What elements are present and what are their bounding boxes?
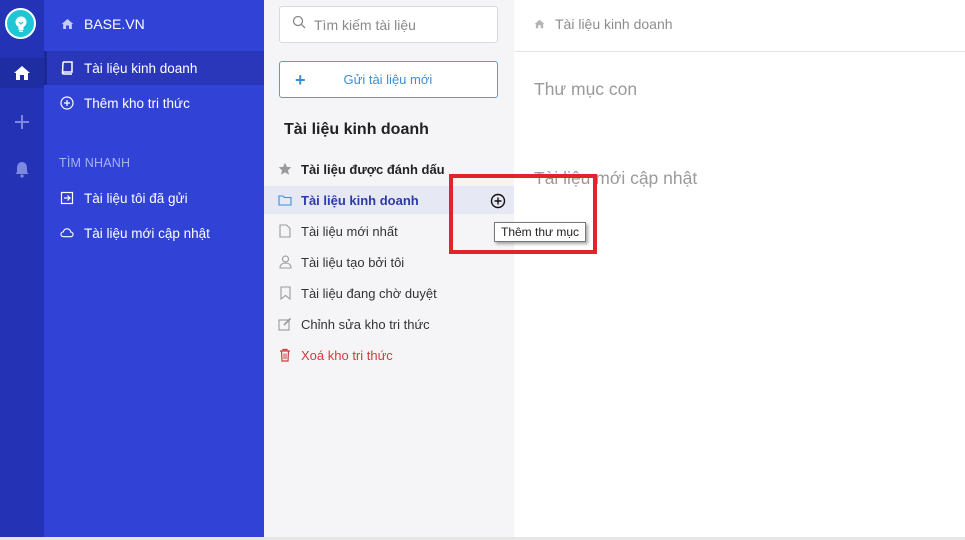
- panel-item-label: Tài liệu đang chờ duyệt: [301, 285, 437, 301]
- panel-item-label: Tài liệu mới nhất: [301, 223, 398, 239]
- send-new-doc-label: Gửi tài liệu mới: [343, 72, 433, 87]
- breadcrumb: Tài liệu kinh doanh: [534, 16, 673, 32]
- sidebar-item-sent-docs[interactable]: Tài liệu tôi đã gửi: [44, 181, 264, 215]
- sidebar-item-label: Thêm kho tri thức: [84, 95, 190, 111]
- panel-item-label: Xoá kho tri thức: [301, 347, 393, 363]
- brand-name: BASE.VN: [84, 16, 145, 32]
- sidebar: BASE.VN Tài liệu kinh doanh Thêm kho tri…: [44, 0, 264, 537]
- panel-item-label: Chỉnh sửa kho tri thức: [301, 316, 430, 332]
- edit-icon: [278, 317, 292, 331]
- search-icon: [292, 15, 306, 34]
- lightbulb-icon[interactable]: [5, 8, 36, 39]
- panel-item-pending[interactable]: Tài liệu đang chờ duyệt: [264, 279, 514, 307]
- header-divider: [514, 51, 965, 52]
- plus-icon[interactable]: [0, 107, 44, 137]
- knowledge-panel: + Gửi tài liệu mới Tài liệu kinh doanh T…: [264, 0, 514, 537]
- panel-item-label: Tài liệu tạo bởi tôi: [301, 254, 405, 270]
- panel-item-label: Tài liệu được đánh dấu: [301, 161, 445, 177]
- breadcrumb-current[interactable]: Tài liệu kinh doanh: [555, 16, 673, 32]
- send-new-doc-button[interactable]: + Gửi tài liệu mới: [279, 61, 498, 98]
- app-rail: [0, 0, 44, 537]
- panel-item-business-docs[interactable]: Tài liệu kinh doanh: [264, 186, 514, 214]
- panel-item-created-by-me[interactable]: Tài liệu tạo bởi tôi: [264, 248, 514, 276]
- sidebar-item-add-knowledge[interactable]: Thêm kho tri thức: [44, 86, 264, 120]
- quick-section-heading: TÌM NHANH: [59, 156, 131, 170]
- recent-docs-heading: Tài liệu mới cập nhật: [534, 168, 698, 188]
- panel-item-latest[interactable]: Tài liệu mới nhất: [264, 217, 514, 245]
- book-icon: [60, 61, 74, 75]
- main-content: Tài liệu kinh doanh Thư mục con Tài liệu…: [514, 0, 965, 537]
- panel-title: Tài liệu kinh doanh: [284, 121, 429, 138]
- home-icon[interactable]: [0, 58, 44, 88]
- search-input[interactable]: [314, 16, 484, 33]
- sidebar-item-recent-docs[interactable]: Tài liệu mới cập nhật: [44, 216, 264, 250]
- panel-item-label: Tài liệu kinh doanh: [301, 192, 419, 208]
- plus-circle-icon: [60, 96, 74, 110]
- panel-item-delete-knowledge[interactable]: Xoá kho tri thức: [264, 341, 514, 369]
- sent-icon: [60, 191, 74, 205]
- sidebar-item-business-docs[interactable]: Tài liệu kinh doanh: [44, 51, 264, 85]
- search-box[interactable]: [279, 6, 498, 43]
- sidebar-item-label: Tài liệu kinh doanh: [84, 60, 198, 76]
- trash-icon: [278, 348, 292, 362]
- file-icon: [278, 224, 292, 238]
- sub-folders-heading: Thư mục con: [534, 79, 638, 99]
- folder-icon: [278, 193, 292, 207]
- brand[interactable]: BASE.VN: [60, 14, 145, 34]
- star-icon: [278, 162, 292, 176]
- bookmark-icon: [278, 286, 292, 300]
- sidebar-item-label: Tài liệu mới cập nhật: [84, 225, 210, 241]
- panel-item-edit-knowledge[interactable]: Chỉnh sửa kho tri thức: [264, 310, 514, 338]
- add-folder-icon[interactable]: [490, 193, 506, 209]
- home-icon[interactable]: [534, 16, 545, 32]
- user-icon: [278, 255, 292, 269]
- cloud-icon: [60, 226, 74, 240]
- plus-icon: +: [295, 69, 306, 90]
- panel-item-starred[interactable]: Tài liệu được đánh dấu: [264, 155, 514, 183]
- sidebar-item-label: Tài liệu tôi đã gửi: [84, 190, 188, 206]
- bell-icon[interactable]: [0, 154, 44, 184]
- add-folder-tooltip: Thêm thư mục: [494, 222, 587, 242]
- home-icon: [60, 17, 74, 31]
